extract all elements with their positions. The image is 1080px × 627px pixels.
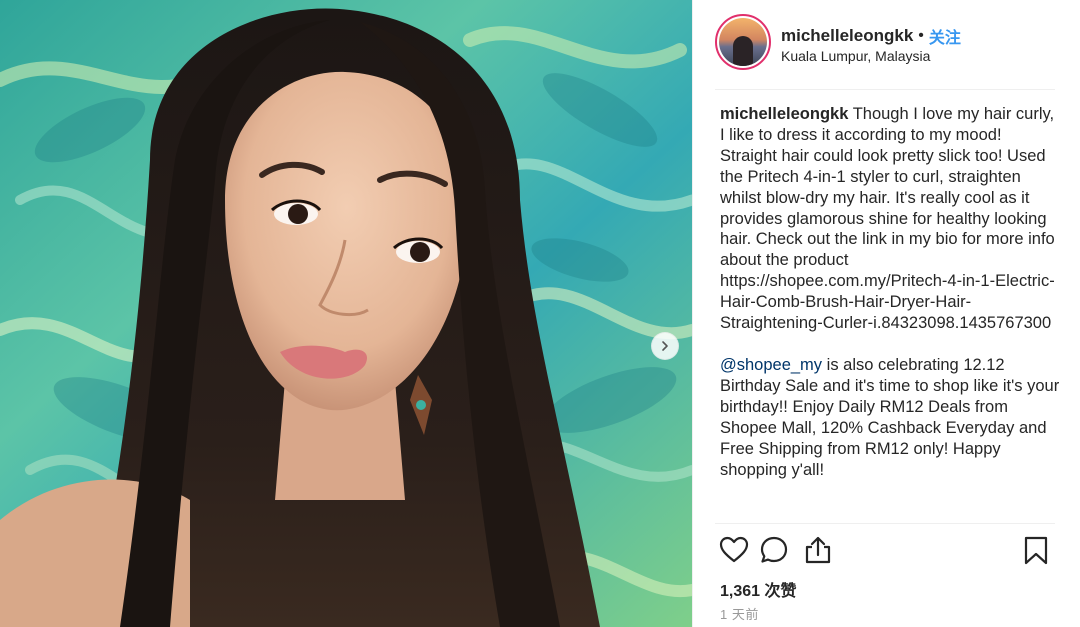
caption-text-2: is also celebrating 12.12 Birthday Sale … <box>720 355 1060 479</box>
portrait-image <box>0 0 692 627</box>
post-photo[interactable] <box>0 0 692 627</box>
divider <box>715 523 1055 524</box>
action-bar <box>719 535 1055 569</box>
bookmark-icon <box>1024 536 1048 565</box>
comment-button[interactable] <box>759 535 789 565</box>
save-button[interactable] <box>1021 535 1051 565</box>
caption-paragraph-2: @shopee_my is also celebrating 12.12 Bir… <box>720 355 1062 480</box>
next-photo-button[interactable] <box>651 332 679 360</box>
avatar[interactable] <box>715 14 771 70</box>
caption-username-link[interactable]: michelleleongkk <box>720 105 848 123</box>
avatar-image <box>719 18 767 66</box>
like-button[interactable] <box>719 535 749 565</box>
share-button[interactable] <box>803 535 833 565</box>
mention-link[interactable]: @shopee_my <box>720 356 822 374</box>
share-upload-icon <box>805 536 831 564</box>
post-sidebar: michelleleongkk • 关注 Kuala Lumpur, Malay… <box>692 0 1080 627</box>
post-timestamp[interactable]: 1 天前 <box>720 604 759 623</box>
post-header: michelleleongkk • 关注 Kuala Lumpur, Malay… <box>715 14 1055 76</box>
separator-dot: • <box>918 27 924 44</box>
username-row: michelleleongkk • 关注 <box>781 24 961 48</box>
caption-paragraph: michelleleongkk Though I love my hair cu… <box>720 104 1062 334</box>
follow-button[interactable]: 关注 <box>929 24 961 48</box>
location-link[interactable]: Kuala Lumpur, Malaysia <box>781 48 930 64</box>
username-link[interactable]: michelleleongkk <box>781 26 913 46</box>
divider <box>715 89 1055 90</box>
likes-count[interactable]: 1,361 次赞 <box>720 577 797 601</box>
heart-outline-icon <box>719 536 749 563</box>
chevron-right-icon <box>662 341 668 351</box>
caption-text: Though I love my hair curly, I like to d… <box>720 105 1055 333</box>
caption: michelleleongkk Though I love my hair cu… <box>720 104 1062 520</box>
comment-bubble-icon <box>760 536 788 563</box>
